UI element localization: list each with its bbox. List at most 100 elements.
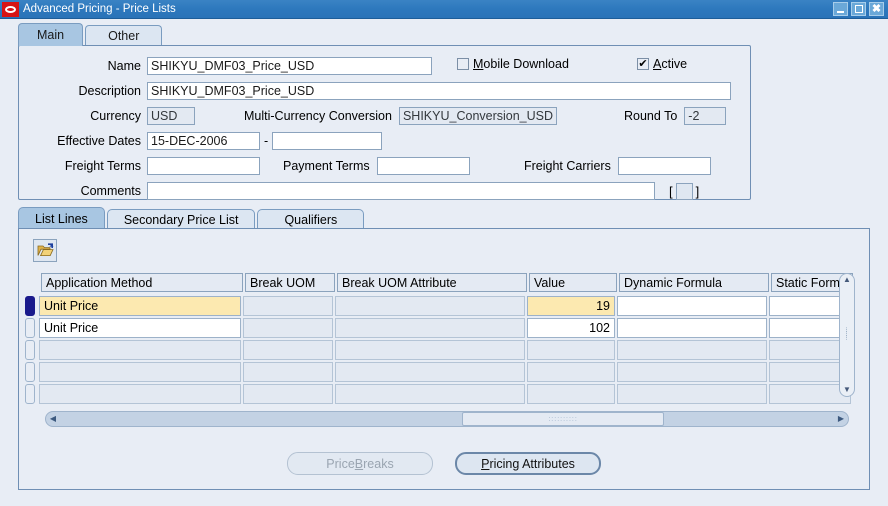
sub-tabstrip: List Lines Secondary Price List Qualifie… <box>18 207 366 229</box>
multi-currency-conversion-label: Multi-Currency Conversion <box>244 109 392 123</box>
scrollbar-grip: ⁝ ⁝ ⁝ <box>845 327 849 342</box>
grid-vertical-scrollbar[interactable]: ▲ ⁝ ⁝ ⁝ ▼ <box>839 273 855 397</box>
cell-break-uom-attribute[interactable] <box>335 296 525 316</box>
column-header-application-method[interactable]: Application Method <box>41 273 243 292</box>
tab-main[interactable]: Main <box>18 23 84 46</box>
cell-value[interactable] <box>527 384 615 404</box>
round-to-field[interactable]: -2 <box>684 107 727 125</box>
grid-body: Unit Price 19 Unit Price 102 <box>25 296 865 404</box>
list-lines-panel: Application Method Break UOM Break UOM A… <box>18 228 870 490</box>
cell-break-uom-attribute[interactable] <box>335 318 525 338</box>
grid-horizontal-scrollbar[interactable]: ◀ :::::::::: ▶ <box>45 411 849 427</box>
table-row[interactable] <box>25 340 865 360</box>
mobile-download-checkbox[interactable]: Mobile Download <box>457 57 569 71</box>
cell-value[interactable] <box>527 340 615 360</box>
maximize-icon[interactable] <box>851 2 866 16</box>
comments-label: Comments <box>80 184 141 198</box>
cell-value[interactable]: 102 <box>527 318 615 338</box>
round-to-label: Round To <box>624 109 678 123</box>
effective-date-from-field[interactable]: 15-DEC-2006 <box>147 132 260 150</box>
flexfield-open-bracket: [ <box>669 183 673 199</box>
main-tabstrip: Main Other <box>0 23 888 46</box>
close-icon[interactable]: ✖ <box>869 2 884 16</box>
tab-list-lines[interactable]: List Lines <box>18 207 105 229</box>
name-field[interactable]: SHIKYU_DMF03_Price_USD <box>147 57 432 75</box>
cell-dynamic-formula[interactable] <box>617 340 767 360</box>
window-title: Advanced Pricing - Price Lists <box>23 3 176 15</box>
cell-application-method[interactable] <box>39 384 241 404</box>
description-field[interactable]: SHIKYU_DMF03_Price_USD <box>147 82 731 100</box>
cell-break-uom[interactable] <box>243 362 333 382</box>
currency-field[interactable]: USD <box>147 107 195 125</box>
cell-value[interactable]: 19 <box>527 296 615 316</box>
cell-break-uom[interactable] <box>243 384 333 404</box>
pricing-attributes-button[interactable]: Pricing Attributes <box>455 452 601 475</box>
row-indicator[interactable] <box>25 362 35 382</box>
table-row[interactable]: Unit Price 19 <box>25 296 865 316</box>
scroll-down-icon[interactable]: ▼ <box>843 386 851 394</box>
effective-dates-separator: - <box>264 134 269 148</box>
cell-application-method[interactable]: Unit Price <box>39 318 241 338</box>
flexfield-button[interactable] <box>675 182 693 200</box>
minimize-icon[interactable] <box>833 2 848 16</box>
comments-field[interactable] <box>147 182 655 200</box>
list-lines-grid: Application Method Break UOM Break UOM A… <box>25 273 865 406</box>
scrollbar-thumb[interactable]: :::::::::: <box>462 412 664 426</box>
mobile-download-label: Mobile Download <box>473 57 569 71</box>
freight-carriers-field[interactable] <box>617 157 711 175</box>
tab-secondary-price-list-label: Secondary Price List <box>123 212 239 227</box>
cell-break-uom-attribute[interactable] <box>335 362 525 382</box>
flexfield-close-bracket: ] <box>695 183 700 199</box>
row-indicator[interactable] <box>25 384 35 404</box>
oracle-logo-icon <box>2 1 19 17</box>
column-header-dynamic-formula[interactable]: Dynamic Formula <box>619 273 769 292</box>
cell-dynamic-formula[interactable] <box>617 296 767 316</box>
action-buttons: Price Breaks Pricing Attributes <box>19 452 869 475</box>
cell-application-method[interactable] <box>39 362 241 382</box>
effective-dates-label: Effective Dates <box>57 134 141 148</box>
column-header-break-uom[interactable]: Break UOM <box>245 273 335 292</box>
name-label: Name <box>107 59 141 73</box>
main-form-panel: Name SHIKYU_DMF03_Price_USD Mobile Downl… <box>18 45 751 200</box>
column-header-break-uom-attribute[interactable]: Break UOM Attribute <box>337 273 527 292</box>
cell-break-uom[interactable] <box>243 296 333 316</box>
grid-header-row: Application Method Break UOM Break UOM A… <box>41 273 865 292</box>
cell-break-uom-attribute[interactable] <box>335 384 525 404</box>
cell-break-uom-attribute[interactable] <box>335 340 525 360</box>
cell-dynamic-formula[interactable] <box>617 318 767 338</box>
comments-flexfield[interactable]: [ ] <box>669 182 700 200</box>
freight-terms-field[interactable] <box>147 157 260 175</box>
window-titlebar: Advanced Pricing - Price Lists ✖ <box>0 0 888 19</box>
scroll-up-icon[interactable]: ▲ <box>843 276 851 284</box>
cell-break-uom[interactable] <box>243 340 333 360</box>
freight-carriers-label: Freight Carriers <box>524 159 611 173</box>
price-breaks-button[interactable]: Price Breaks <box>287 452 433 475</box>
cell-application-method[interactable] <box>39 340 241 360</box>
table-row[interactable] <box>25 384 865 404</box>
table-row[interactable] <box>25 362 865 382</box>
tab-qualifiers[interactable]: Qualifiers <box>257 209 365 229</box>
scroll-right-icon[interactable]: ▶ <box>834 415 848 423</box>
payment-terms-field[interactable] <box>376 157 470 175</box>
effective-date-to-field[interactable] <box>272 132 383 150</box>
row-indicator[interactable] <box>25 318 35 338</box>
cell-dynamic-formula[interactable] <box>617 362 767 382</box>
row-indicator[interactable] <box>25 296 35 316</box>
scroll-left-icon[interactable]: ◀ <box>46 415 60 423</box>
tab-other[interactable]: Other <box>85 25 163 46</box>
tab-secondary-price-list[interactable]: Secondary Price List <box>106 209 256 229</box>
tab-other-label: Other <box>108 29 140 43</box>
tab-list-lines-label: List Lines <box>35 211 88 226</box>
cell-break-uom[interactable] <box>243 318 333 338</box>
cell-dynamic-formula[interactable] <box>617 384 767 404</box>
multi-currency-conversion-field[interactable]: SHIKYU_Conversion_USD <box>398 107 557 125</box>
freight-terms-label: Freight Terms <box>64 159 141 173</box>
folder-open-icon[interactable] <box>33 239 57 262</box>
cell-application-method[interactable]: Unit Price <box>39 296 241 316</box>
table-row[interactable]: Unit Price 102 <box>25 318 865 338</box>
cell-value[interactable] <box>527 362 615 382</box>
active-checkbox[interactable]: ✔ Active <box>637 57 687 71</box>
column-header-value[interactable]: Value <box>529 273 617 292</box>
row-indicator[interactable] <box>25 340 35 360</box>
tab-qualifiers-label: Qualifiers <box>284 212 338 227</box>
